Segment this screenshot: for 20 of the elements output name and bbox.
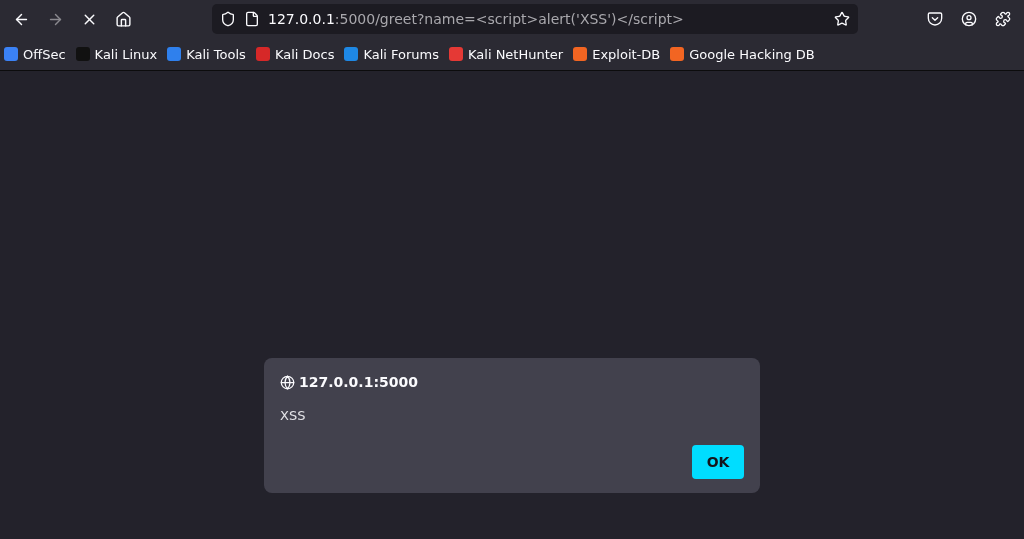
bookmark[interactable]: Google Hacking DB (670, 46, 815, 62)
user-icon (961, 11, 977, 27)
bookmark[interactable]: Kali Forums (344, 46, 440, 62)
bookmark[interactable]: OffSec (4, 46, 66, 62)
page-icon (244, 11, 260, 27)
dialog-message: XSS (280, 408, 307, 423)
bookmark[interactable]: Kali Linux (75, 46, 158, 62)
bookmark[interactable]: Kali NetHunter (449, 46, 564, 62)
globe-icon (280, 374, 295, 390)
address-bar[interactable]: 127.0.0.1:5000/greet?name=<script>alert('XSS')</script> (212, 4, 858, 34)
home-icon (114, 10, 132, 28)
bookmark[interactable]: Kali Docs (255, 46, 335, 62)
bookmark[interactable]: Exploit-DB (573, 46, 661, 62)
ok-button[interactable]: OK (692, 445, 744, 479)
pocket-icon (927, 11, 943, 27)
star-icon[interactable] (834, 11, 850, 27)
shield-icon (220, 11, 236, 27)
dialog-origin: 127.0.0.1:5000 (280, 374, 744, 390)
bookmark[interactable]: Kali Tools (167, 46, 246, 62)
puzzle-icon (995, 11, 1011, 27)
